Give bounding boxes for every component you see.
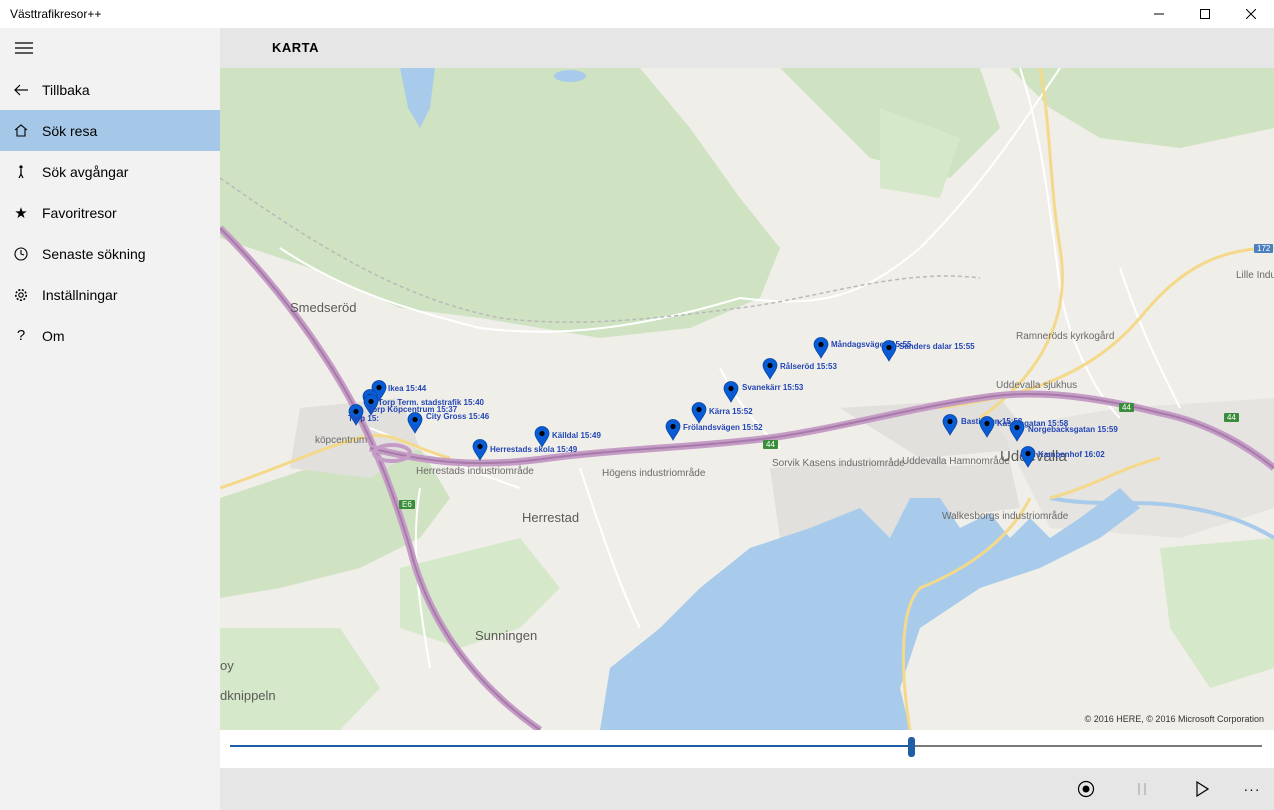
sidebar-item-om[interactable]: ? Om (0, 315, 220, 356)
stop-pin-icon[interactable] (813, 337, 829, 359)
stop-pin-icon[interactable] (691, 402, 707, 424)
road-sign: E6 (399, 500, 415, 509)
stop-pin-icon[interactable] (762, 358, 778, 380)
slider-fill (230, 745, 911, 747)
close-icon (1246, 9, 1256, 19)
record-icon (1077, 780, 1095, 798)
minimize-button[interactable] (1136, 0, 1182, 28)
record-button[interactable] (1072, 776, 1100, 802)
stop-label: Källdal 15:49 (552, 431, 601, 440)
hamburger-icon (15, 42, 33, 54)
title-bar: Västtrafikresor++ (0, 0, 1274, 28)
back-arrow-icon (0, 84, 42, 96)
sidebar-item-favoritresor[interactable]: ★ Favoritresor (0, 192, 220, 233)
hamburger-menu-button[interactable] (0, 28, 48, 68)
play-button[interactable] (1188, 776, 1216, 802)
sidebar-item-label: Inställningar (42, 286, 118, 303)
stop-label: Sanders dalar 15:55 (899, 342, 975, 351)
maximize-icon (1200, 9, 1210, 19)
stop-pin-icon[interactable] (534, 426, 550, 448)
pause-button[interactable] (1128, 776, 1156, 802)
place-label: dknippeln (220, 688, 276, 703)
stop-pin-icon[interactable] (665, 419, 681, 441)
place-label: köpcentrum (315, 435, 368, 446)
stop-pin-icon[interactable] (1020, 446, 1036, 468)
sidebar-item-senaste-sokning[interactable]: Senaste sökning (0, 233, 220, 274)
stop-label: Norgebacksgatan 15:59 (1028, 425, 1118, 434)
place-label: Sunningen (475, 628, 538, 643)
stop-label: Frölandsvägen 15:52 (683, 423, 763, 432)
command-bar: ··· (220, 768, 1274, 810)
play-icon (1196, 781, 1209, 797)
page-title: KARTA (272, 40, 320, 55)
place-label: Ramneröds kyrkogård (1016, 331, 1115, 342)
more-icon: ··· (1243, 781, 1261, 797)
sidebar-item-label: Senaste sökning (42, 245, 146, 262)
stop-pin-icon[interactable] (407, 412, 423, 434)
home-icon (0, 124, 42, 137)
place-label: Uddevalla Hamnområde (902, 456, 1010, 467)
stop-label: Torp 15: (348, 414, 379, 423)
place-label: Sorvik Kasens industriområde (772, 458, 905, 469)
navigation-pane: Tillbaka Sök resa Sök avgångar ★ Favorit… (0, 28, 220, 810)
person-walking-icon (0, 164, 42, 179)
minimize-icon (1154, 13, 1164, 15)
sidebar-item-label: Sök avgångar (42, 163, 129, 180)
sidebar-item-installningar[interactable]: Inställningar (0, 274, 220, 315)
place-label: Högens industriområde (602, 468, 706, 479)
playback-slider[interactable] (220, 730, 1274, 768)
place-label: Lille Industrim (1236, 270, 1274, 281)
maximize-button[interactable] (1182, 0, 1228, 28)
pause-icon (1138, 783, 1146, 795)
page-header: KARTA (220, 28, 1274, 68)
stop-label: Kampenhof 16:02 (1038, 450, 1105, 459)
stop-label: City Gross 15:46 (426, 412, 490, 421)
stop-pin-icon[interactable] (881, 340, 897, 362)
stop-pin-icon[interactable] (723, 381, 739, 403)
place-label: Herrestad (522, 510, 580, 525)
more-button[interactable]: ··· (1238, 776, 1266, 802)
sidebar-item-sok-avgangar[interactable]: Sök avgångar (0, 151, 220, 192)
gear-icon (0, 288, 42, 302)
clock-icon (0, 246, 42, 261)
road-sign: 44 (1224, 413, 1239, 422)
place-label: oy (220, 658, 234, 673)
place-label: Herrestads industriområde (416, 466, 534, 477)
stop-pin-icon[interactable] (942, 414, 958, 436)
place-label: Uddevalla sjukhus (996, 380, 1078, 391)
stop-pin-icon[interactable] (1009, 420, 1025, 442)
stop-pin-icon[interactable] (979, 416, 995, 438)
sidebar-item-label: Om (42, 327, 65, 344)
stop-pin-icon[interactable] (472, 439, 488, 461)
place-label: Walkesborgs industriområde (942, 511, 1069, 522)
question-icon: ? (16, 327, 26, 344)
close-button[interactable] (1228, 0, 1274, 28)
road-sign: 44 (763, 440, 778, 449)
star-icon: ★ (14, 204, 28, 222)
sidebar-item-label: Favoritresor (42, 204, 117, 221)
road-sign: 44 (1119, 403, 1134, 412)
place-label: Smedseröd (290, 300, 357, 315)
stop-label: Ikea 15:44 (388, 384, 427, 393)
sidebar-item-label: Tillbaka (42, 81, 90, 98)
map-copyright: © 2016 HERE, © 2016 Microsoft Corporatio… (1084, 714, 1264, 724)
sidebar-item-label: Sök resa (42, 122, 98, 139)
window-title: Västtrafikresor++ (10, 7, 102, 21)
map-view[interactable]: Smedseröd köpcentrum Herrestads industri… (220, 68, 1274, 730)
stop-label: Kärra 15:52 (709, 407, 753, 416)
sidebar-item-sok-resa[interactable]: Sök resa (0, 110, 220, 151)
sidebar-item-tillbaka[interactable]: Tillbaka (0, 69, 220, 110)
road-sign: 172 (1254, 244, 1274, 253)
slider-thumb[interactable] (908, 737, 915, 757)
stop-label: Rålseröd 15:53 (780, 362, 837, 371)
stop-label: Svanekärr 15:53 (742, 383, 804, 392)
